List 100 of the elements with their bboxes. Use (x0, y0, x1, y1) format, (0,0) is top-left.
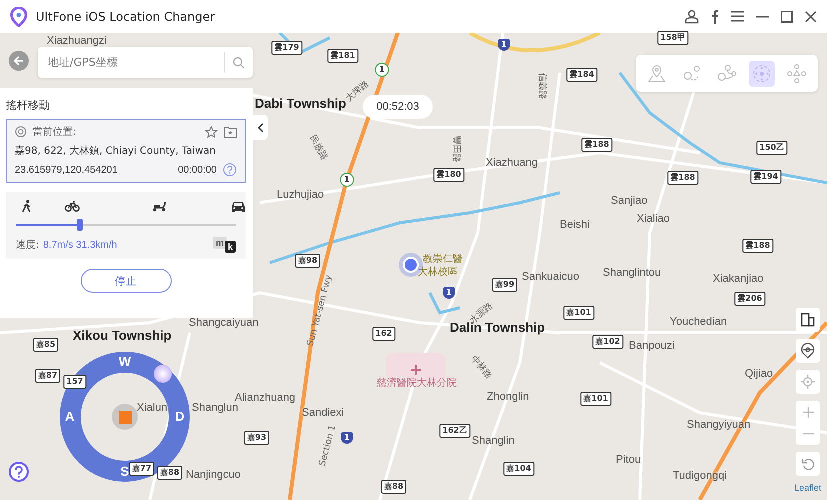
road-label: Section 1 (318, 424, 339, 468)
route-shield: 嘉88 (157, 466, 183, 480)
rotate-icon (802, 458, 814, 470)
direction-key-label: D (175, 410, 185, 424)
folder-icon[interactable] (224, 126, 237, 138)
collapse-panel-button[interactable] (253, 115, 268, 140)
route-shield: 雲188 (668, 171, 698, 185)
place-label: Alianzhuang (235, 391, 296, 404)
place-label: Shanglun (192, 402, 238, 415)
two-pins-icon (682, 64, 702, 84)
road-label: 中林路 (468, 353, 495, 382)
route-shield: 嘉101 (580, 392, 612, 406)
route-shield: 嘉102 (592, 335, 624, 349)
question-icon (14, 466, 24, 478)
place-label: Shangcaiyuan (189, 316, 259, 330)
route-shield: 雲180 (434, 168, 464, 182)
location-pin-logo-icon (10, 6, 28, 26)
route-shield: 雲179 (272, 41, 302, 55)
scooter-icon[interactable] (152, 201, 167, 212)
pin-icon (647, 64, 668, 84)
walking-person-icon[interactable] (21, 200, 33, 213)
road-label: Sun Yat-sen Fwy (306, 274, 335, 348)
facebook-icon[interactable] (711, 10, 719, 24)
route-shield: 1 (443, 287, 455, 299)
car-icon[interactable] (231, 200, 246, 212)
attribution-link[interactable]: Leaflet (794, 483, 822, 493)
crosshair-icon (801, 375, 815, 389)
route-shield: 嘉88 (381, 480, 407, 494)
place-label: Xiazhuangzi (47, 34, 107, 48)
window-title: UltFone iOS Location Changer (36, 10, 216, 24)
star-icon[interactable] (205, 126, 218, 138)
direction-key-label: W (118, 355, 132, 369)
route-shield: 嘉77 (129, 462, 155, 476)
place-label: Xialiao (637, 212, 670, 226)
search-icon[interactable] (233, 56, 245, 68)
menu-icon[interactable] (731, 11, 744, 22)
place-label: Beishi (560, 218, 590, 232)
route-shield: 158甲 (658, 31, 688, 45)
place-label: 教崇仁醫 (423, 253, 463, 266)
route-shield: 1 (341, 432, 353, 444)
place-label: 慈濟醫院大林分院 (377, 377, 457, 391)
panel-title: 搖杆移動 (6, 98, 51, 113)
route-shield: 雲188 (582, 138, 612, 152)
route-shield: 雲184 (566, 68, 598, 82)
route-shield: 雲194 (750, 170, 782, 184)
speed-value: 8.7m/s 31.3km/h (43, 240, 118, 250)
pin-cluster-icon (786, 64, 807, 84)
device-button[interactable] (796, 308, 820, 332)
road-label: 信義路 (536, 73, 548, 100)
direction-ball (154, 365, 172, 383)
maximize-icon[interactable] (781, 10, 793, 22)
road-label: 民族路 (306, 133, 331, 163)
place-label: Dalin Township (450, 321, 546, 335)
unit-toggle[interactable]: k (224, 241, 236, 253)
place-label: Zhonglin (487, 390, 530, 404)
slider-thumb[interactable] (76, 219, 83, 231)
place-label: Luzhujiao (277, 188, 324, 202)
place-label: Xiakanjiao (713, 272, 764, 286)
hospital-cross-icon (411, 365, 421, 375)
place-label: Sankuaicuo (522, 270, 580, 284)
route-shield: 150乙 (756, 141, 788, 155)
route-shield: 嘉104 (504, 462, 534, 476)
route-shield: 157 (64, 375, 86, 389)
place-label: Banpouzi (629, 339, 675, 353)
route-shield: 162 (372, 327, 396, 341)
location-label: 當前位置: (33, 126, 76, 139)
bicycle-icon[interactable] (65, 201, 80, 212)
route-pins-icon (716, 64, 737, 84)
route-shield: 162乙 (440, 424, 470, 438)
back-arrow-icon (14, 56, 24, 66)
route-shield: 雲206 (734, 292, 766, 306)
joystick-icon (752, 64, 772, 84)
timer-badge: 00:52:03 (363, 95, 433, 119)
direction-key-label: S (120, 465, 130, 479)
route-shield: 1 (498, 39, 510, 51)
close-icon[interactable] (805, 10, 817, 22)
coordinates-text: 23.615979,120.454201 (15, 164, 118, 176)
user-icon[interactable] (685, 10, 699, 24)
place-label: Qijiao (745, 367, 774, 381)
minimize-icon[interactable] (756, 16, 769, 18)
search-field[interactable]: 地址/GPS坐標 (38, 47, 253, 78)
unit-toggle[interactable]: m (212, 237, 227, 249)
road-label: 豐田路 (450, 136, 462, 163)
place-label: 大林校區 (418, 266, 458, 280)
pin-icon (801, 343, 815, 359)
place-label: Sanjiao (611, 194, 648, 208)
minus-icon (802, 433, 814, 435)
route-shield: 嘉87 (35, 369, 61, 383)
direction-key-label: A (65, 410, 75, 424)
place-label: Pitou (616, 453, 642, 467)
route-shield: 嘉99 (492, 278, 518, 292)
place-label: Xiazhuang (486, 156, 538, 170)
location-pin-button[interactable] (796, 339, 820, 363)
route-shield: 雲188 (742, 239, 774, 253)
reset-button[interactable] (796, 452, 820, 476)
help-icon[interactable] (223, 163, 237, 177)
place-label: Dabi Township (255, 97, 346, 111)
place-label: Xialun (137, 401, 168, 415)
chevron-left-icon (258, 122, 264, 132)
stop-button[interactable]: 停止 (80, 269, 172, 293)
